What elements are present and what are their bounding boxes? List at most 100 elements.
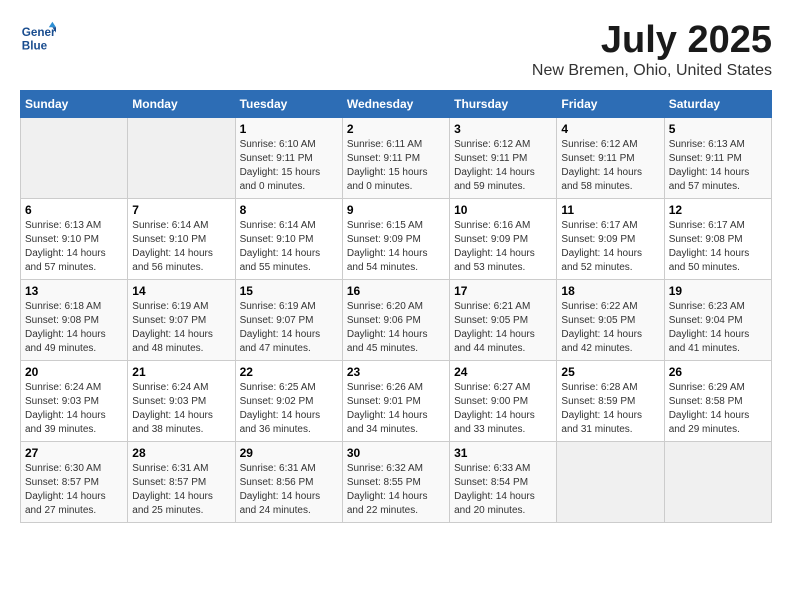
day-info: Sunrise: 6:19 AMSunset: 9:07 PMDaylight:… [132, 300, 230, 356]
day-info: Sunrise: 6:29 AMSunset: 8:58 PMDaylight:… [669, 381, 767, 437]
day-info: Sunrise: 6:32 AMSunset: 8:55 PMDaylight:… [347, 462, 445, 518]
calendar-cell [557, 441, 664, 522]
day-number: 2 [347, 122, 445, 136]
weekday-header: Monday [128, 90, 235, 117]
calendar-cell: 14 Sunrise: 6:19 AMSunset: 9:07 PMDayligh… [128, 279, 235, 360]
day-number: 6 [25, 203, 123, 217]
day-number: 21 [132, 365, 230, 379]
weekday-header: Saturday [664, 90, 771, 117]
day-number: 30 [347, 446, 445, 460]
day-number: 10 [454, 203, 552, 217]
day-info: Sunrise: 6:13 AMSunset: 9:10 PMDaylight:… [25, 219, 123, 275]
day-number: 24 [454, 365, 552, 379]
calendar-cell: 15Sunrise: 6:19 AMSunset: 9:07 PMDayligh… [235, 279, 342, 360]
day-info: Sunrise: 6:33 AMSunset: 8:54 PMDaylight:… [454, 462, 552, 518]
weekday-header: Sunday [21, 90, 128, 117]
logo-icon: General Blue [20, 20, 56, 56]
day-number: 17 [454, 284, 552, 298]
calendar-cell [664, 441, 771, 522]
calendar-cell: 7 Sunrise: 6:14 AMSunset: 9:10 PMDaylight… [128, 198, 235, 279]
calendar-cell: 9Sunrise: 6:15 AMSunset: 9:09 PMDaylight… [342, 198, 449, 279]
day-info: Sunrise: 6:14 AMSunset: 9:10 PMDaylight:… [132, 219, 230, 275]
day-number: 18 [561, 284, 659, 298]
day-info: Sunrise: 6:19 AMSunset: 9:07 PMDaylight:… [240, 300, 338, 356]
weekday-header: Wednesday [342, 90, 449, 117]
day-info: Sunrise: 6:20 AMSunset: 9:06 PMDaylight:… [347, 300, 445, 356]
day-info: Sunrise: 6:25 AMSunset: 9:02 PMDaylight:… [240, 381, 338, 437]
day-number: 27 [25, 446, 123, 460]
calendar-table: SundayMondayTuesdayWednesdayThursdayFrid… [20, 90, 772, 523]
calendar-cell: 30 Sunrise: 6:32 AMSunset: 8:55 PMDayligh… [342, 441, 449, 522]
day-info: Sunrise: 6:22 AMSunset: 9:05 PMDaylight:… [561, 300, 659, 356]
calendar-cell: 3Sunrise: 6:12 AMSunset: 9:11 PMDaylight… [450, 117, 557, 198]
day-number: 11 [561, 203, 659, 217]
day-info: Sunrise: 6:31 AMSunset: 8:56 PMDaylight:… [240, 462, 338, 518]
calendar-subtitle: New Bremen, Ohio, United States [532, 62, 772, 80]
calendar-cell: 20Sunrise: 6:24 AMSunset: 9:03 PMDayligh… [21, 360, 128, 441]
day-info: Sunrise: 6:13 AMSunset: 9:11 PMDaylight:… [669, 138, 767, 194]
day-info: Sunrise: 6:18 AMSunset: 9:08 PMDaylight:… [25, 300, 123, 356]
day-number: 16 [347, 284, 445, 298]
day-info: Sunrise: 6:30 AMSunset: 8:57 PMDaylight:… [25, 462, 123, 518]
calendar-cell: 29 Sunrise: 6:31 AMSunset: 8:56 PMDayligh… [235, 441, 342, 522]
calendar-cell: 5 Sunrise: 6:13 AMSunset: 9:11 PMDaylight… [664, 117, 771, 198]
day-number: 7 [132, 203, 230, 217]
day-number: 3 [454, 122, 552, 136]
day-number: 28 [132, 446, 230, 460]
day-info: Sunrise: 6:10 AMSunset: 9:11 PMDaylight:… [240, 138, 338, 194]
day-info: Sunrise: 6:17 AMSunset: 9:08 PMDaylight:… [669, 219, 767, 275]
weekday-header: Thursday [450, 90, 557, 117]
calendar-cell: 10Sunrise: 6:16 AMSunset: 9:09 PMDayligh… [450, 198, 557, 279]
day-info: Sunrise: 6:31 AMSunset: 8:57 PMDaylight:… [132, 462, 230, 518]
calendar-cell: 12 Sunrise: 6:17 AMSunset: 9:08 PMDayligh… [664, 198, 771, 279]
calendar-cell: 21Sunrise: 6:24 AMSunset: 9:03 PMDayligh… [128, 360, 235, 441]
calendar-cell: 24 Sunrise: 6:27 AMSunset: 9:00 PMDayligh… [450, 360, 557, 441]
day-number: 12 [669, 203, 767, 217]
calendar-cell: 31 Sunrise: 6:33 AMSunset: 8:54 PMDayligh… [450, 441, 557, 522]
calendar-cell: 27 Sunrise: 6:30 AMSunset: 8:57 PMDayligh… [21, 441, 128, 522]
day-number: 29 [240, 446, 338, 460]
day-info: Sunrise: 6:17 AMSunset: 9:09 PMDaylight:… [561, 219, 659, 275]
day-number: 19 [669, 284, 767, 298]
day-info: Sunrise: 6:21 AMSunset: 9:05 PMDaylight:… [454, 300, 552, 356]
day-info: Sunrise: 6:23 AMSunset: 9:04 PMDaylight:… [669, 300, 767, 356]
day-number: 14 [132, 284, 230, 298]
calendar-cell: 23Sunrise: 6:26 AMSunset: 9:01 PMDayligh… [342, 360, 449, 441]
day-info: Sunrise: 6:28 AMSunset: 8:59 PMDaylight:… [561, 381, 659, 437]
day-info: Sunrise: 6:15 AMSunset: 9:09 PMDaylight:… [347, 219, 445, 275]
calendar-header: General Blue July 2025 New Bremen, Ohio,… [20, 20, 772, 80]
calendar-cell: 2 Sunrise: 6:11 AMSunset: 9:11 PMDaylight… [342, 117, 449, 198]
day-info: Sunrise: 6:11 AMSunset: 9:11 PMDaylight:… [347, 138, 445, 194]
day-number: 1 [240, 122, 338, 136]
calendar-cell: 17 Sunrise: 6:21 AMSunset: 9:05 PMDayligh… [450, 279, 557, 360]
svg-text:Blue: Blue [22, 40, 48, 53]
day-number: 4 [561, 122, 659, 136]
day-number: 5 [669, 122, 767, 136]
calendar-cell: 26 Sunrise: 6:29 AMSunset: 8:58 PMDayligh… [664, 360, 771, 441]
calendar-cell: 4 Sunrise: 6:12 AMSunset: 9:11 PMDaylight… [557, 117, 664, 198]
day-number: 22 [240, 365, 338, 379]
calendar-cell: 16 Sunrise: 6:20 AMSunset: 9:06 PMDayligh… [342, 279, 449, 360]
calendar-cell: 28 Sunrise: 6:31 AMSunset: 8:57 PMDayligh… [128, 441, 235, 522]
day-number: 25 [561, 365, 659, 379]
calendar-cell: 25 Sunrise: 6:28 AMSunset: 8:59 PMDayligh… [557, 360, 664, 441]
day-number: 8 [240, 203, 338, 217]
calendar-cell: 11 Sunrise: 6:17 AMSunset: 9:09 PMDayligh… [557, 198, 664, 279]
day-info: Sunrise: 6:26 AMSunset: 9:01 PMDaylight:… [347, 381, 445, 437]
calendar-cell: 6 Sunrise: 6:13 AMSunset: 9:10 PMDaylight… [21, 198, 128, 279]
calendar-cell: 19 Sunrise: 6:23 AMSunset: 9:04 PMDayligh… [664, 279, 771, 360]
day-number: 26 [669, 365, 767, 379]
title-area: July 2025 New Bremen, Ohio, United State… [532, 20, 772, 80]
calendar-title: July 2025 [532, 20, 772, 62]
calendar-cell: 13Sunrise: 6:18 AMSunset: 9:08 PMDayligh… [21, 279, 128, 360]
weekday-header: Friday [557, 90, 664, 117]
calendar-cell: 22 Sunrise: 6:25 AMSunset: 9:02 PMDayligh… [235, 360, 342, 441]
calendar-header-row: SundayMondayTuesdayWednesdayThursdayFrid… [21, 90, 772, 117]
weekday-header: Tuesday [235, 90, 342, 117]
calendar-cell: 1 Sunrise: 6:10 AMSunset: 9:11 PMDaylight… [235, 117, 342, 198]
day-number: 20 [25, 365, 123, 379]
day-number: 31 [454, 446, 552, 460]
day-info: Sunrise: 6:12 AMSunset: 9:11 PMDaylight:… [561, 138, 659, 194]
logo: General Blue [20, 20, 56, 56]
day-info: Sunrise: 6:27 AMSunset: 9:00 PMDaylight:… [454, 381, 552, 437]
